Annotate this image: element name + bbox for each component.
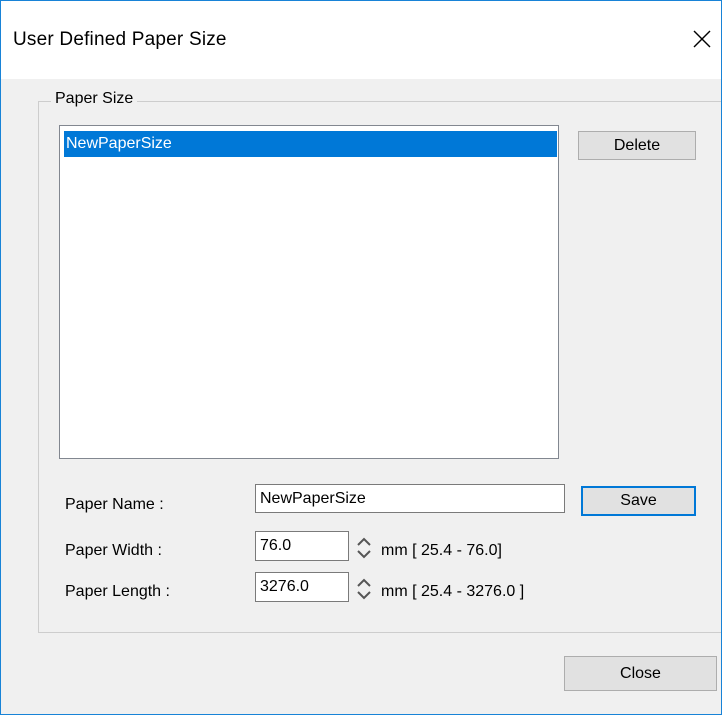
list-item[interactable]: NewPaperSize	[64, 131, 557, 157]
paper-width-input[interactable]	[255, 531, 349, 561]
paper-width-spinner[interactable]	[355, 526, 373, 570]
title-bar: User Defined Paper Size	[1, 1, 721, 79]
delete-button[interactable]: Delete	[578, 131, 696, 160]
paper-name-input[interactable]	[255, 484, 565, 513]
save-button[interactable]: Save	[581, 486, 696, 516]
window-title: User Defined Paper Size	[13, 29, 227, 50]
title-close-button[interactable]	[687, 21, 717, 57]
close-icon	[693, 30, 711, 48]
spinner-arrows-icon	[357, 537, 371, 559]
paper-name-label: Paper Name :	[65, 496, 164, 513]
paper-length-label: Paper Length :	[65, 583, 170, 600]
paper-length-range: mm [ 25.4 - 3276.0 ]	[381, 583, 525, 600]
paper-width-range: mm [ 25.4 - 76.0]	[381, 542, 502, 559]
paper-width-label: Paper Width :	[65, 542, 162, 559]
dialog-window: User Defined Paper Size Paper Size NewPa…	[0, 0, 722, 715]
paper-size-list[interactable]: NewPaperSize	[59, 125, 559, 459]
spinner-arrows-icon	[357, 578, 371, 600]
paper-length-input[interactable]	[255, 572, 349, 602]
paper-length-spinner[interactable]	[355, 567, 373, 611]
paper-size-legend: Paper Size	[51, 90, 138, 108]
close-button[interactable]: Close	[564, 656, 717, 691]
